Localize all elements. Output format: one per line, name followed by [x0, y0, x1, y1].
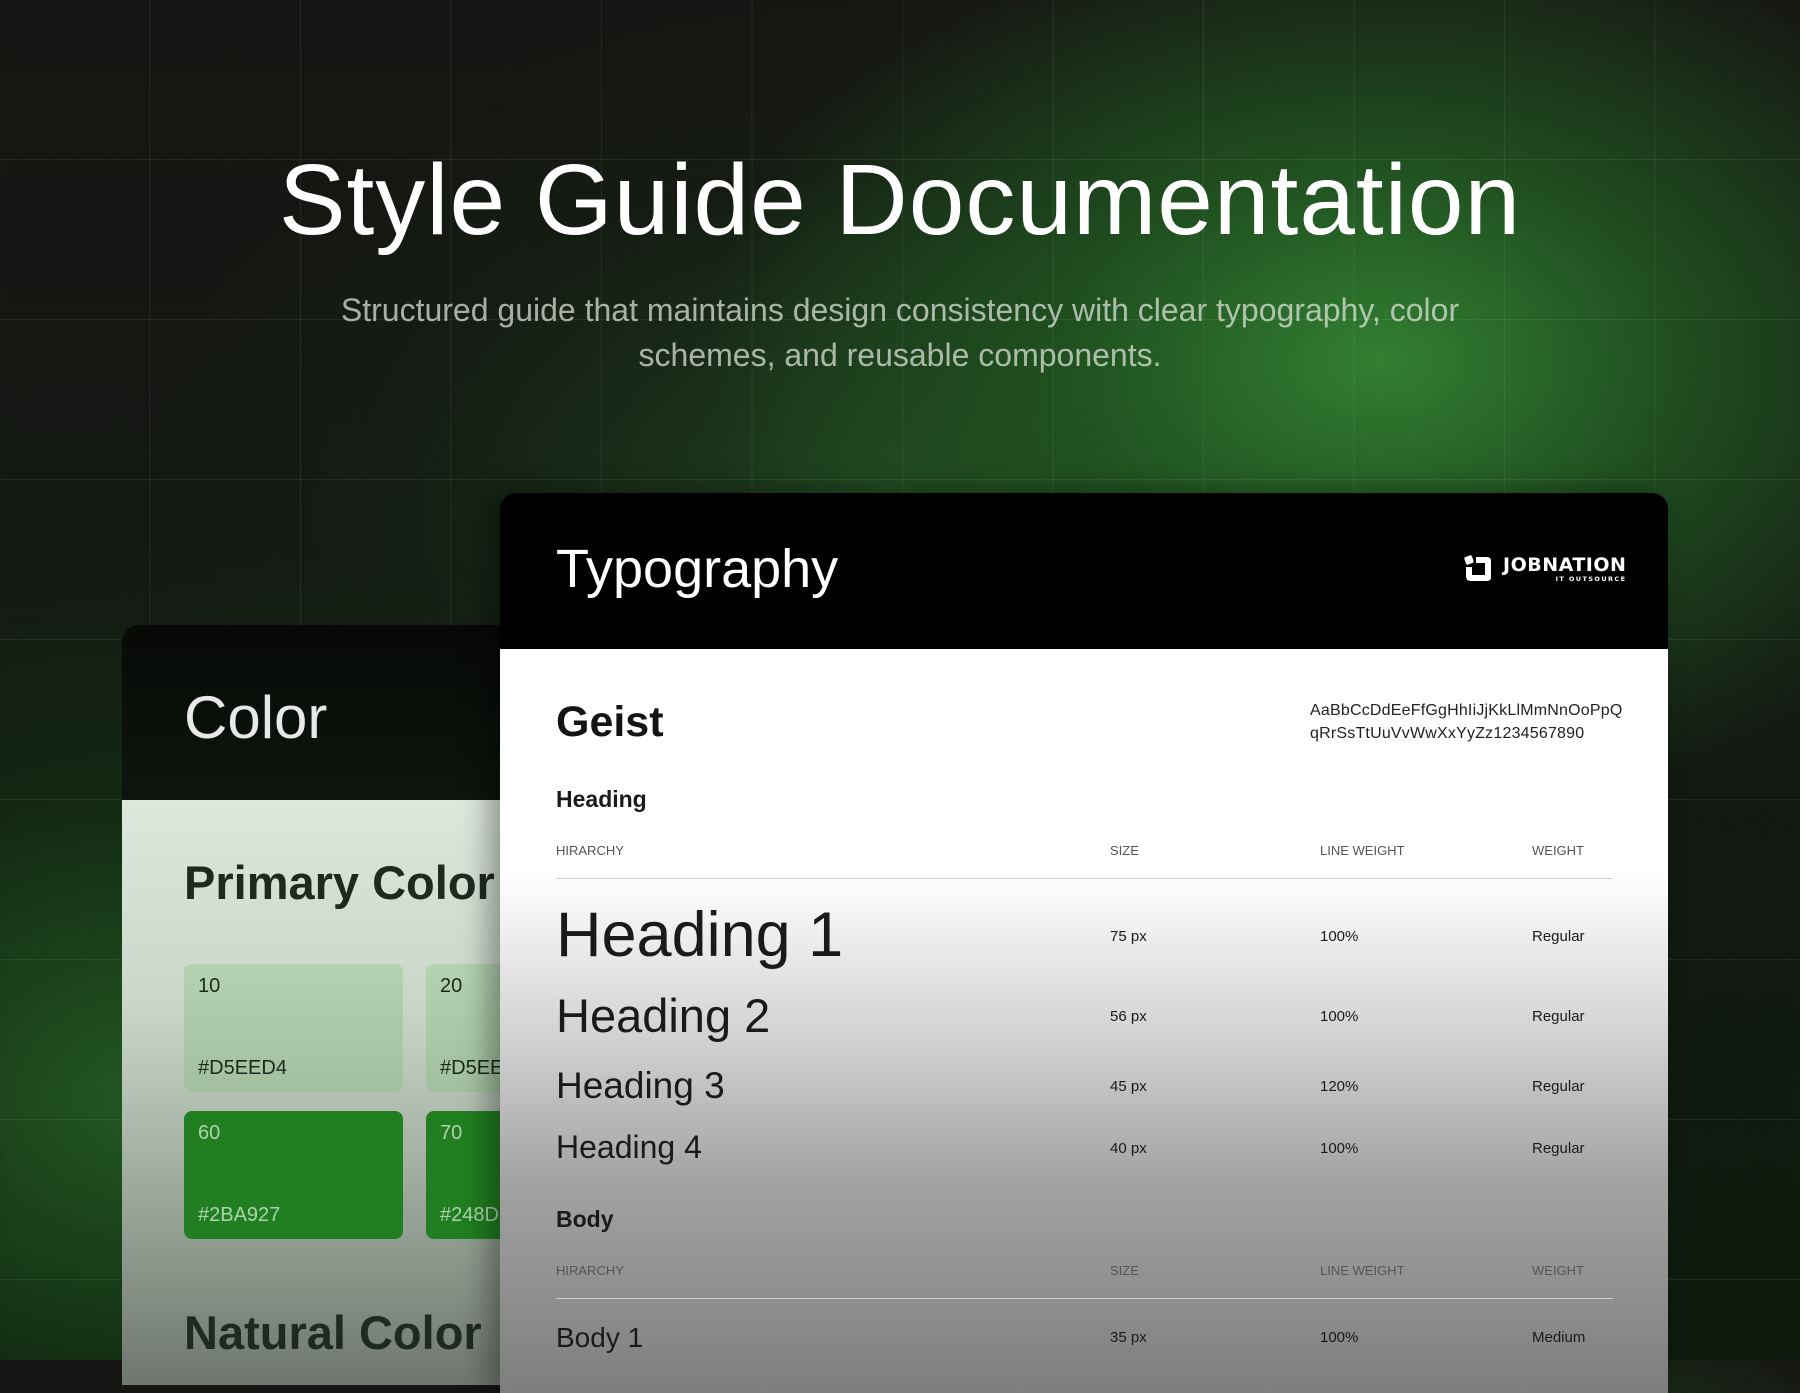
- hierarchy-name: Heading 4: [556, 1129, 702, 1165]
- column-header-size: SIZE: [1110, 1263, 1139, 1278]
- font-family-name: Geist: [556, 698, 664, 746]
- column-header-weight: WEIGHT: [1532, 843, 1584, 858]
- weight-value: Regular: [1532, 1140, 1585, 1157]
- size-value: 56 px: [1110, 1008, 1147, 1025]
- hierarchy-name: Heading 3: [556, 1065, 725, 1106]
- swatch-hex: #2BA927: [198, 1204, 281, 1226]
- swatch-primary-10: 10 #D5EED4: [184, 964, 403, 1092]
- line-weight-value: 100%: [1320, 1008, 1359, 1025]
- column-header-line-weight: LINE WEIGHT: [1320, 1263, 1405, 1278]
- line-weight-value: 100%: [1320, 1140, 1359, 1157]
- heading-group-title: Heading: [556, 786, 647, 812]
- hero-section: Style Guide Documentation Structured gui…: [0, 140, 1800, 378]
- body-group-title: Body: [556, 1206, 614, 1232]
- column-header-size: SIZE: [1110, 843, 1139, 858]
- column-header-hierarchy: HIRARCHY: [556, 1263, 624, 1278]
- typography-card-title: Typography: [556, 539, 839, 599]
- brand-logo: JOBNATION IT OUTSOURCE: [1462, 553, 1626, 585]
- line-weight-value: 120%: [1320, 1078, 1359, 1095]
- table-divider: [556, 878, 1613, 879]
- logo-tagline: IT OUTSOURCE: [1555, 575, 1627, 583]
- jobnation-logo-icon: [1464, 555, 1491, 581]
- size-value: 45 px: [1110, 1078, 1147, 1095]
- swatch-primary-60: 60 #2BA927: [184, 1111, 403, 1239]
- swatch-step: 20: [440, 975, 463, 997]
- primary-color-title: Primary Color: [184, 856, 495, 909]
- color-card-header: Color: [122, 625, 542, 800]
- logo-name: JOBNATION: [1503, 554, 1627, 576]
- line-weight-value: 100%: [1320, 1329, 1359, 1346]
- page-title: Style Guide Documentation: [278, 144, 1522, 256]
- swatch-step: 60: [198, 1122, 221, 1144]
- weight-value: Regular: [1532, 928, 1585, 945]
- swatch-hex: #248D: [440, 1204, 499, 1226]
- color-card-title: Color: [184, 684, 328, 751]
- swatch-step: 70: [440, 1122, 463, 1144]
- table-divider: [556, 1298, 1613, 1299]
- column-header-weight: WEIGHT: [1532, 1263, 1584, 1278]
- weight-value: Regular: [1532, 1078, 1585, 1095]
- logo-text: JOBNATION IT OUTSOURCE: [1503, 555, 1626, 583]
- hierarchy-name: Heading 1: [556, 900, 844, 970]
- hierarchy-name: Body 1: [556, 1322, 644, 1353]
- swatch-hex: #D5EED4: [198, 1057, 287, 1079]
- size-value: 40 px: [1110, 1140, 1147, 1157]
- color-card: Color Primary Color 10 #D5EED4 20 #D5EE …: [122, 625, 542, 1385]
- size-value: 75 px: [1110, 928, 1147, 945]
- hierarchy-name: Heading 2: [556, 989, 771, 1042]
- column-header-hierarchy: HIRARCHY: [556, 843, 624, 858]
- color-card-body: Primary Color 10 #D5EED4 20 #D5EE 60 #2B…: [122, 800, 542, 1385]
- swatch-step: 10: [198, 975, 221, 997]
- alphabet-sample: AaBbCcDdEeFfGgHhIiJjKkLlMmNnOoPpQqRrSsTt…: [1310, 702, 1623, 742]
- typography-card-header: Typography JOBNATION IT OUTSOURCE: [500, 493, 1668, 649]
- weight-value: Medium: [1532, 1329, 1586, 1346]
- swatch-hex: #D5EE: [440, 1057, 504, 1079]
- weight-value: Regular: [1532, 1008, 1585, 1025]
- line-weight-value: 100%: [1320, 928, 1359, 945]
- size-value: 35 px: [1110, 1329, 1147, 1346]
- typography-card-body: Geist AaBbCcDdEeFfGgHhIiJjKkLlMmNnOoPpQq…: [500, 649, 1668, 1393]
- typography-card: Typography JOBNATION IT OUTSOURCE Geist …: [500, 493, 1668, 1393]
- page-subtitle: Structured guide that maintains design c…: [340, 292, 1460, 373]
- natural-color-title: Natural Color: [184, 1306, 482, 1359]
- column-header-line-weight: LINE WEIGHT: [1320, 843, 1405, 858]
